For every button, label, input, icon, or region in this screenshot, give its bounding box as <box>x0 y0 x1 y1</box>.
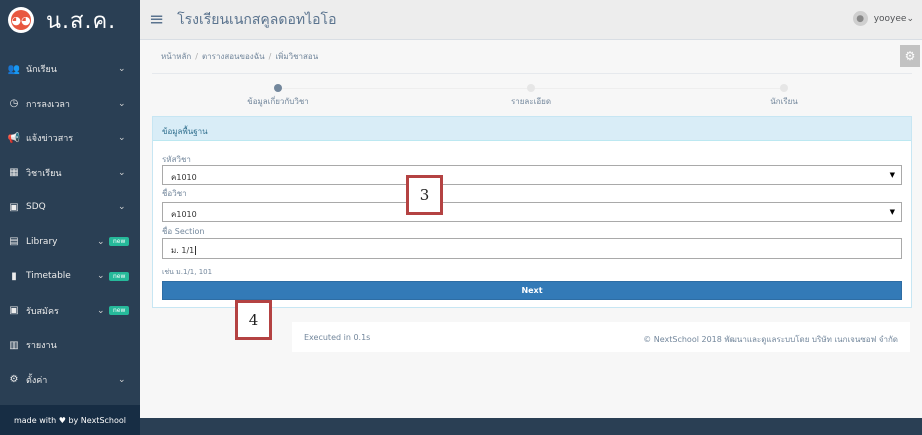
breadcrumb-my-timetable[interactable]: ตารางสอนของฉัน <box>202 52 265 61</box>
panel-title: ข้อมูลพื้นฐาน <box>153 117 911 141</box>
sidebar-item-label: วิชาเรียน <box>26 168 62 179</box>
file-icon: ▮ <box>11 270 17 282</box>
callout-3: 3 <box>406 175 443 215</box>
user-menu[interactable]: ● yooyee ⌄ <box>852 11 914 26</box>
sidebar-item[interactable]: ◷ การลงเวลา ⌄ <box>0 87 140 122</box>
menu-toggle-icon[interactable]: ≡ <box>149 9 164 30</box>
callout-4: 4 <box>235 300 272 340</box>
exec-time: Executed in 0.1s <box>304 333 371 342</box>
wizard-step-detail[interactable]: รายละเอียด <box>490 82 572 108</box>
next-button[interactable]: Next <box>162 281 902 300</box>
new-badge: new <box>109 237 130 247</box>
sidebar-item-label: Library <box>26 236 58 247</box>
chevron-down-icon: ⌄ <box>906 13 914 24</box>
breadcrumb-current: เพิ่มวิชาสอน <box>275 52 319 61</box>
chevron-down-icon: ⌄ <box>97 305 105 316</box>
step-label: นักเรียน <box>770 97 798 106</box>
new-badge: new <box>109 306 130 316</box>
book-icon: ▤ <box>9 236 19 248</box>
sidebar-item[interactable]: ▮ Timetable ⌄ new <box>0 259 140 294</box>
section-label: ชื่อ Section <box>162 227 205 236</box>
settings-button[interactable]: ⚙ <box>900 45 920 67</box>
divider <box>152 73 912 74</box>
form-icon: ▣ <box>9 305 19 317</box>
step-dot <box>274 84 282 92</box>
brand[interactable]: ◕◕ น.ส.ค. <box>0 0 140 40</box>
step-dot <box>780 84 788 92</box>
subject-code-value: ค1010 <box>171 173 197 182</box>
caret-down-icon: ▼ <box>889 171 895 179</box>
sidebar-item[interactable]: ▦ วิชาเรียน ⌄ <box>0 156 140 191</box>
user-name: yooyee <box>873 13 907 24</box>
chevron-down-icon: ⌄ <box>118 374 126 385</box>
step-dot <box>527 84 535 92</box>
breadcrumb-home[interactable]: หน้าหลัก <box>161 52 191 61</box>
users-icon: 👥 <box>7 63 21 75</box>
subject-name-label: ชื่อวิชา <box>162 189 187 198</box>
school-name: โรงเรียนเนกสคูลดอทไอโอ <box>177 11 337 28</box>
gear-icon: ⚙ <box>904 49 916 63</box>
basic-info-panel: ข้อมูลพื้นฐาน รหัสวิชา ค1010 ▼ ชื่อวิชา … <box>152 116 912 308</box>
clipboard-icon: ▣ <box>9 201 19 213</box>
section-value: ม. 1/1 <box>171 246 195 255</box>
chevron-down-icon: ⌄ <box>97 236 105 247</box>
clock-icon: ◷ <box>9 98 19 110</box>
chevron-down-icon: ⌄ <box>118 133 126 144</box>
sidebar-item[interactable]: ⚙ ตั้งค่า ⌄ <box>0 363 140 398</box>
sidebar: ◕◕ น.ส.ค. 👥 นักเรียน ⌄ ◷ การลงเวลา ⌄ 📢 แจ้งข่าว… <box>0 0 140 435</box>
bar-chart-icon: ▥ <box>9 339 19 351</box>
bottom-bar <box>140 418 922 435</box>
wizard-steps: ข้อมูลเกี่ยวกับวิชา รายละเอียด นักเรียน <box>152 82 912 112</box>
caret-down-icon: ▼ <box>889 208 895 216</box>
section-input[interactable]: ม. 1/1 <box>162 238 902 259</box>
sidebar-item-label: นักเรียน <box>26 65 57 76</box>
subject-name-value: ค1010 <box>171 210 197 219</box>
section-hint: เช่น ม.1/1, 101 <box>162 268 213 276</box>
subject-name-select[interactable]: ค1010 ▼ <box>162 202 902 222</box>
main-content: หน้าหลัก / ตารางสอนของฉัน / เพิ่มวิชาสอน ⚙ ข… <box>140 40 922 418</box>
copyright: © NextSchool 2018 พัฒนาและดูแลระบบโดย บร… <box>643 335 898 344</box>
sidebar-item-label: แจ้งข่าวสาร <box>26 134 74 145</box>
bullhorn-icon: 📢 <box>7 132 21 144</box>
chevron-down-icon: ⌄ <box>118 202 126 213</box>
sidebar-item-label: รายงาน <box>26 341 57 352</box>
step-label: รายละเอียด <box>510 97 552 106</box>
chevron-down-icon: ⌄ <box>97 271 105 282</box>
sidebar-footer: made with ♥ by NextSchool <box>0 405 140 435</box>
sidebar-item[interactable]: ▣ SDQ ⌄ <box>0 190 140 225</box>
new-badge: new <box>109 271 130 281</box>
calendar-icon: ▦ <box>9 167 19 179</box>
sidebar-item[interactable]: ▤ Library ⌄ new <box>0 225 140 260</box>
chevron-down-icon: ⌄ <box>118 64 126 75</box>
wizard-step-info[interactable]: ข้อมูลเกี่ยวกับวิชา <box>232 82 324 108</box>
sidebar-item[interactable]: 👥 นักเรียน ⌄ <box>0 52 140 87</box>
sidebar-item-label: SDQ <box>26 202 46 213</box>
sidebar-item[interactable]: ▣ รับสมัคร ⌄ new <box>0 294 140 329</box>
sidebar-item[interactable]: ▥ รายงาน <box>0 328 140 363</box>
breadcrumb: หน้าหลัก / ตารางสอนของฉัน / เพิ่มวิชาสอน <box>161 52 319 61</box>
step-label: ข้อมูลเกี่ยวกับวิชา <box>247 97 309 106</box>
gears-icon: ⚙ <box>9 374 19 386</box>
sidebar-menu: 👥 นักเรียน ⌄ ◷ การลงเวลา ⌄ 📢 แจ้งข่าวสาร ⌄ ▦ วิชาเ… <box>0 52 140 397</box>
owl-logo-icon: ◕◕ <box>8 7 34 33</box>
sidebar-item-label: การลงเวลา <box>26 99 70 110</box>
top-nav: ≡ โรงเรียนเนกสคูลดอทไอโอ ● yooyee ⌄ <box>140 0 922 40</box>
sidebar-item[interactable]: 📢 แจ้งข่าวสาร ⌄ <box>0 121 140 156</box>
brand-title: น.ส.ค. <box>46 8 117 34</box>
avatar: ● <box>852 11 868 26</box>
sidebar-item-label: Timetable <box>26 271 71 282</box>
sidebar-item-label: รับสมัคร <box>26 306 59 317</box>
chevron-down-icon: ⌄ <box>118 167 126 178</box>
chevron-down-icon: ⌄ <box>118 98 126 109</box>
subject-code-select[interactable]: ค1010 ▼ <box>162 165 902 185</box>
page-footer: Executed in 0.1s © NextSchool 2018 พัฒนา… <box>292 322 910 352</box>
wizard-step-students[interactable]: นักเรียน <box>754 82 814 108</box>
sidebar-item-label: ตั้งค่า <box>26 375 48 386</box>
